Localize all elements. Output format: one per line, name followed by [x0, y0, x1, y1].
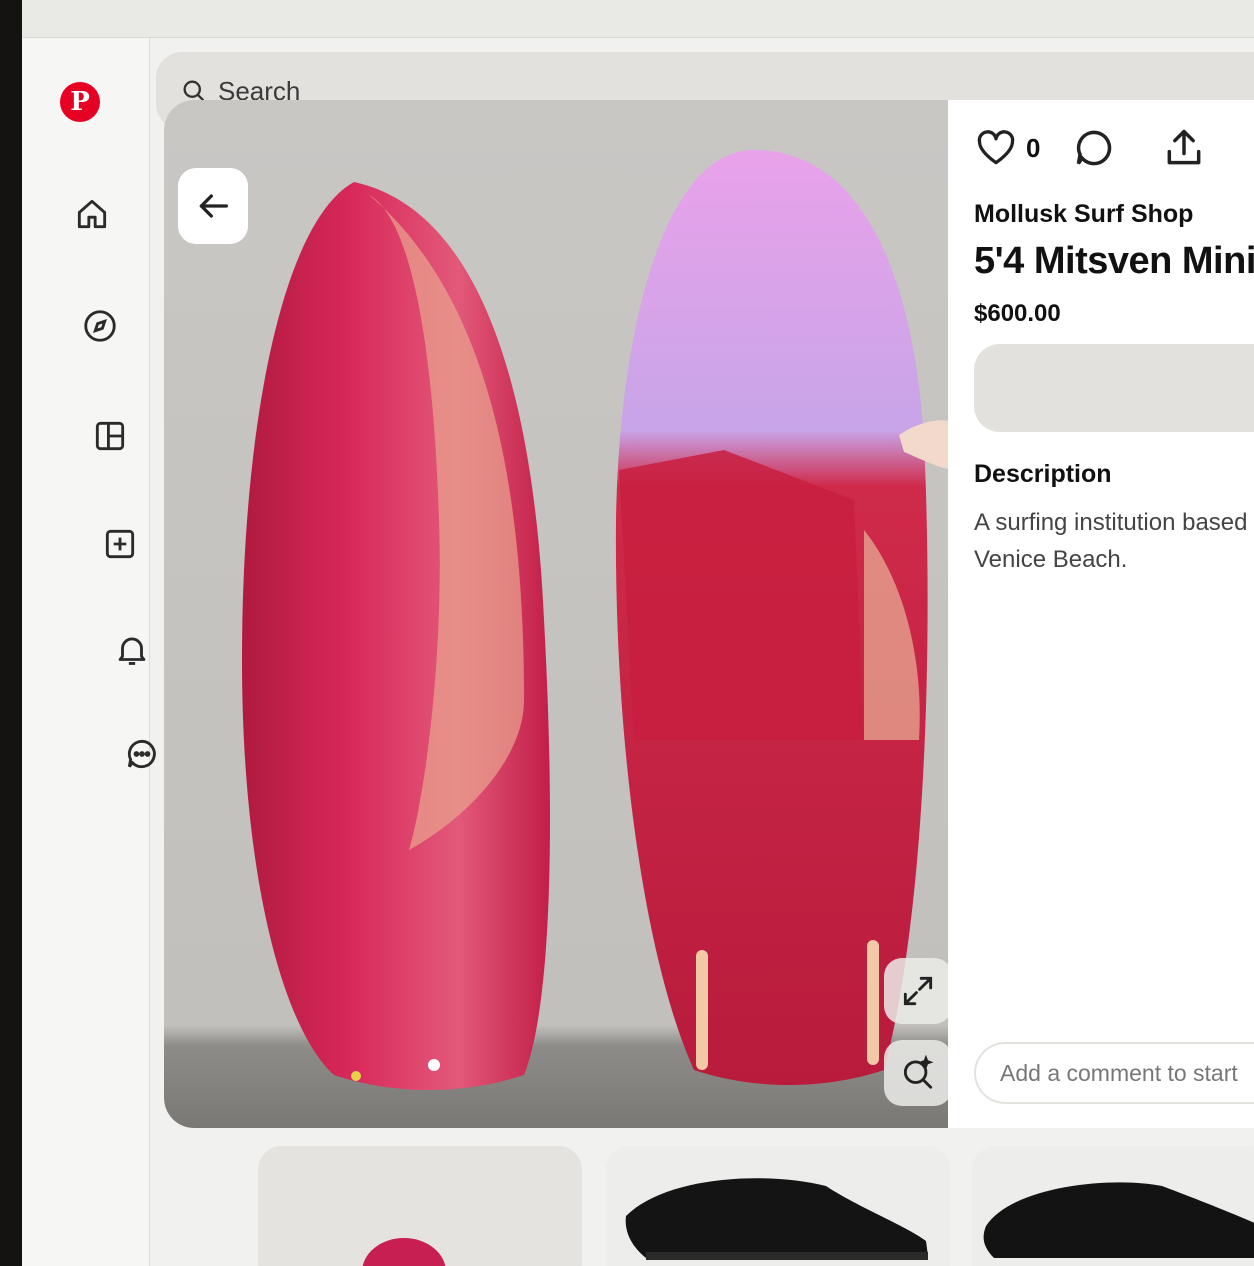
- share-icon[interactable]: [1162, 126, 1206, 170]
- dashboard-icon[interactable]: [88, 414, 132, 458]
- lens-sparkle-icon: [903, 1054, 934, 1089]
- description-text: A surfing institution based in Venice Be…: [974, 509, 1254, 573]
- browser-tab-strip: [22, 0, 1254, 38]
- store-name[interactable]: Mollusk Surf Shop: [974, 200, 1193, 229]
- description-heading: Description: [974, 460, 1112, 488]
- like-count: 0: [1026, 132, 1041, 163]
- pin-image[interactable]: [164, 100, 948, 1128]
- pin-details: 0 Mollusk Surf Shop 5'4 Mitsven Mini $60…: [948, 100, 1254, 1128]
- screen: P Search 0 Mollusk Surf Shop 5'4 Mitsven…: [22, 0, 1254, 1266]
- left-nav-rail: P: [22, 38, 156, 1266]
- plus-square-icon[interactable]: [98, 522, 142, 566]
- compass-icon[interactable]: [78, 304, 122, 348]
- back-button[interactable]: [178, 168, 248, 244]
- comment-icon[interactable]: [1072, 126, 1116, 170]
- pin-price: $600.00: [974, 300, 1061, 327]
- pin-actions: 0: [974, 126, 1206, 170]
- expand-icon: [903, 976, 933, 1006]
- visual-search-button[interactable]: [884, 1040, 948, 1106]
- pinterest-logo[interactable]: P: [60, 82, 100, 122]
- visit-site-button[interactable]: [974, 344, 1254, 432]
- related-pin-shoe-2[interactable]: [972, 1146, 1254, 1266]
- expand-button[interactable]: [884, 958, 948, 1024]
- home-icon[interactable]: [70, 192, 114, 236]
- pin-title: 5'4 Mitsven Mini: [974, 240, 1254, 282]
- pin-closeup-card: 0 Mollusk Surf Shop 5'4 Mitsven Mini $60…: [164, 100, 1254, 1128]
- heart-icon[interactable]: [974, 126, 1018, 170]
- arrow-left-icon: [199, 194, 228, 218]
- related-pin-surfboard[interactable]: [258, 1146, 582, 1266]
- chat-icon[interactable]: [120, 732, 164, 776]
- related-pin-shoe[interactable]: [606, 1146, 950, 1266]
- bell-icon[interactable]: [110, 628, 154, 672]
- comment-input[interactable]: Add a comment to start: [974, 1042, 1254, 1104]
